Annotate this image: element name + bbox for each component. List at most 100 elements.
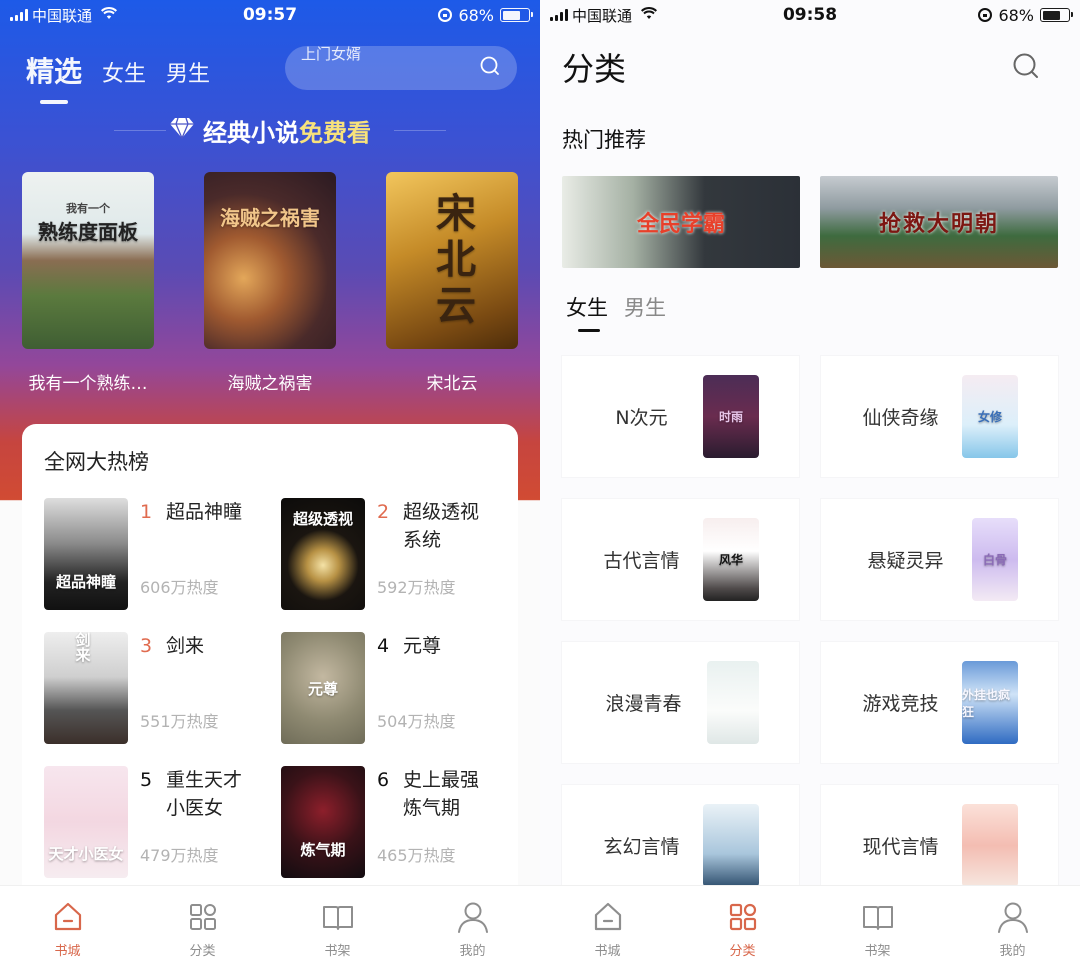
- book-cover: 宋北云: [386, 172, 518, 349]
- battery-percent: 68%: [998, 5, 1034, 25]
- tab-bookstore[interactable]: 书城: [0, 886, 135, 961]
- book-name: 剑来: [166, 635, 205, 657]
- book-cover: 超品神瞳: [44, 498, 128, 610]
- tab-female[interactable]: 女生: [566, 292, 608, 332]
- category-name: 现代言情: [862, 836, 939, 858]
- category-card[interactable]: 仙侠奇缘 女修: [821, 356, 1058, 477]
- categories-screen: 中国联通 09:58 68% 分类 热门推荐 全民学霸 抢救大明朝 女生 男生 …: [540, 0, 1080, 961]
- gender-tabs: 女生 男生: [566, 292, 666, 332]
- signal-icon: [550, 9, 568, 21]
- banner-title: 全民学霸: [636, 211, 725, 237]
- bottom-tab-bar: 书城 分类 书架 我的: [0, 885, 540, 961]
- battery-icon: [500, 8, 533, 22]
- wifi-icon: [100, 6, 118, 24]
- cover-text: 超级透视: [292, 510, 353, 528]
- hot-list-item[interactable]: 炼气期 6 史上最强炼气期 465万热度: [281, 766, 496, 878]
- hot-list-item[interactable]: 超级透视 2 超级透视系统 592万热度: [281, 498, 496, 610]
- carrier-name: 中国联通: [572, 6, 633, 25]
- rank-number: 1: [140, 501, 153, 523]
- category-card[interactable]: 古代言情 风华: [562, 499, 799, 620]
- category-cover: 女修: [962, 375, 1018, 458]
- tab-male[interactable]: 男生: [166, 56, 210, 88]
- tab-categories[interactable]: 分类: [675, 886, 810, 961]
- free-book[interactable]: 海贼之祸害 海贼之祸害: [204, 172, 336, 394]
- category-cover: [962, 804, 1018, 887]
- search-placeholder: 上门女婿: [301, 46, 362, 63]
- search-input[interactable]: 上门女婿: [285, 46, 517, 90]
- hot-list-item[interactable]: 元尊 4 元尊 504万热度: [281, 632, 496, 744]
- tab-categories[interactable]: 分类: [135, 886, 270, 961]
- tab-profile[interactable]: 我的: [945, 886, 1080, 961]
- category-name: 仙侠奇缘: [862, 407, 939, 429]
- book-cover: 我有一个 熟练度面板: [22, 172, 154, 349]
- free-book[interactable]: 宋北云 宋北云: [386, 172, 518, 394]
- home-icon: [594, 902, 621, 931]
- book-cover: 超级透视: [281, 498, 365, 610]
- book-cover: 元尊: [281, 632, 365, 744]
- battery-percent: 68%: [458, 5, 494, 25]
- tab-featured[interactable]: 精选: [26, 50, 82, 104]
- status-bar: 中国联通 09:58 68%: [540, 0, 1080, 30]
- hot-list-card: 全网大热榜 超品神瞳 1 超品神瞳 606万热度 超级透视 2 超级透视系统 592…: [22, 424, 518, 894]
- diamond-icon: [169, 117, 195, 145]
- hot-recommend-banners: 全民学霸 抢救大明朝: [562, 176, 1058, 268]
- cover-text: 外挂也疯狂: [962, 687, 1011, 719]
- rank-number: 4: [377, 635, 390, 657]
- category-card[interactable]: 悬疑灵异 白骨: [821, 499, 1058, 620]
- tab-label: 书架: [864, 944, 891, 959]
- hot-list-title: 全网大热榜: [44, 450, 149, 474]
- tab-male[interactable]: 男生: [624, 292, 666, 322]
- heat-count: 479万热度: [140, 846, 219, 865]
- category-name: 古代言情: [603, 550, 680, 572]
- book-name: 超品神瞳: [166, 501, 243, 523]
- cover-text: 海贼之祸害: [220, 206, 320, 230]
- free-books-row: 我有一个 熟练度面板 我有一个熟练… 海贼之祸害 海贼之祸害 宋北云 宋北云: [22, 172, 518, 394]
- tab-bookstore[interactable]: 书城: [540, 886, 675, 961]
- cover-text: 女修: [977, 410, 1002, 424]
- search-icon: [1013, 53, 1038, 78]
- promo-highlight: 免费看: [299, 119, 371, 147]
- rank-number: 5: [140, 769, 153, 791]
- heat-count: 504万热度: [377, 712, 456, 731]
- tab-female[interactable]: 女生: [102, 56, 146, 88]
- free-book[interactable]: 我有一个 熟练度面板 我有一个熟练…: [22, 172, 154, 394]
- category-cover: [703, 804, 759, 887]
- hot-list-item[interactable]: 超品神瞳 1 超品神瞳 606万热度: [44, 498, 259, 610]
- heat-count: 551万热度: [140, 712, 219, 731]
- wifi-icon: [640, 6, 658, 24]
- promo-title: 经典小说: [203, 119, 299, 147]
- heat-count: 606万热度: [140, 578, 219, 597]
- category-cover: 时雨: [703, 375, 759, 458]
- banner[interactable]: 全民学霸: [562, 176, 800, 268]
- category-card[interactable]: 游戏竞技 外挂也疯狂: [821, 642, 1058, 763]
- category-card[interactable]: 浪漫青春: [562, 642, 799, 763]
- tab-bookshelf[interactable]: 书架: [810, 886, 945, 961]
- banner[interactable]: 抢救大明朝: [820, 176, 1058, 268]
- tab-bookshelf[interactable]: 书架: [270, 886, 405, 961]
- cover-text: 时雨: [718, 410, 743, 424]
- hot-list-item[interactable]: 天才小医女 5 重生天才小医女 479万热度: [44, 766, 259, 878]
- hot-list-item[interactable]: 剑来 3 剑来 551万热度: [44, 632, 259, 744]
- cover-text: 风华: [718, 553, 743, 567]
- category-cover: 风华: [703, 518, 759, 601]
- search-icon[interactable]: [479, 55, 501, 81]
- category-cover: 白骨: [972, 518, 1018, 601]
- tab-label: 书架: [324, 944, 351, 959]
- search-button[interactable]: [1012, 52, 1040, 84]
- user-icon: [457, 902, 488, 933]
- section-title: 热门推荐: [562, 128, 646, 152]
- book-title: 我有一个熟练…: [28, 374, 148, 394]
- page-title: 分类: [562, 50, 627, 88]
- category-grid: N次元 时雨 仙侠奇缘 女修 古代言情 风华 悬疑灵异 白骨 浪漫青春 游戏竞技 外挂也疯…: [562, 356, 1058, 906]
- home-icon: [54, 902, 81, 931]
- tab-label: 我的: [459, 944, 486, 959]
- rank-number: 6: [377, 769, 390, 791]
- hot-list: 超品神瞳 1 超品神瞳 606万热度 超级透视 2 超级透视系统 592万热度 剑来…: [44, 498, 496, 878]
- book-cover: 海贼之祸害: [204, 172, 336, 349]
- category-card[interactable]: N次元 时雨: [562, 356, 799, 477]
- book-name: 史上最强炼气期: [403, 769, 480, 819]
- cover-text: 熟练度面板: [38, 220, 138, 244]
- tab-profile[interactable]: 我的: [405, 886, 540, 961]
- book-cover: 炼气期: [281, 766, 365, 878]
- book-name: 超级透视系统: [403, 501, 480, 551]
